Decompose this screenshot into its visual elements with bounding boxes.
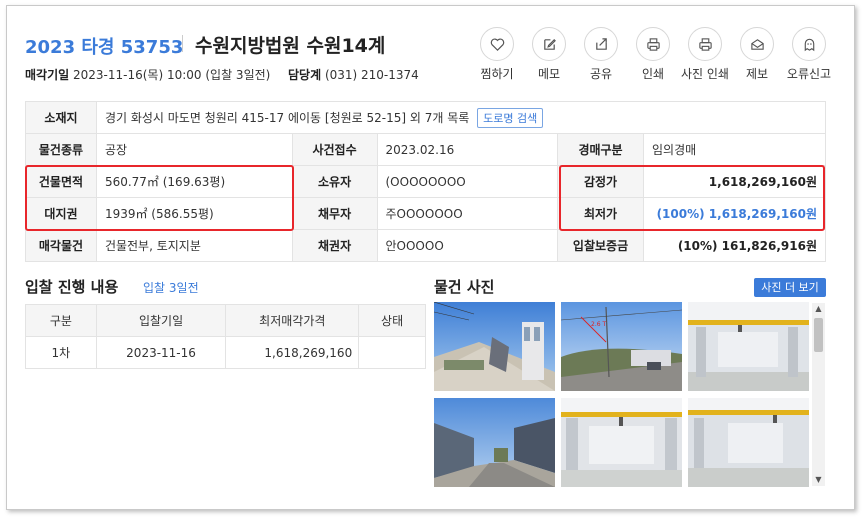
officer-label: 담당계 xyxy=(287,68,322,82)
table-row: 물건종류 공장 사건접수 2023.02.16 경매구분 임의경매 xyxy=(25,133,827,166)
case-number: 2023 타경 53753 xyxy=(25,37,184,58)
table-row: 소재지 경기 화성시 마도면 청원리 415-17 에이동 [청원로 52-15… xyxy=(25,101,827,134)
auction-kind-label: 경매구분 xyxy=(557,133,644,166)
bid-progress-table: 구분 입찰기일 최저매각가격 상태 1차 2023-11-16 1,618,26… xyxy=(25,304,426,369)
debtor-value: 주OOOOOOO xyxy=(376,197,559,230)
status-cell xyxy=(358,336,426,369)
deposit-label: 입찰보증금 xyxy=(557,229,644,262)
report-button[interactable]: 제보 xyxy=(729,27,785,82)
sale-item-label: 매각물건 xyxy=(25,229,97,262)
creditor-value: 안OOOOO xyxy=(376,229,559,262)
photo-overlay-label: 2.6 T xyxy=(591,321,606,328)
court-name: 수원지방법원 수원14계 xyxy=(195,35,386,57)
sale-info-line: 매각기일 2023-11-16(목) 10:00 (입찰 3일전) 담당계 (0… xyxy=(25,66,419,83)
scroll-thumb[interactable] xyxy=(814,318,823,352)
road-search-button[interactable]: 도로명 검색 xyxy=(477,107,544,128)
property-photo[interactable] xyxy=(434,398,555,487)
favorite-button[interactable]: 찜하기 xyxy=(469,27,525,82)
col-date: 입찰기일 xyxy=(95,304,227,337)
location-label: 소재지 xyxy=(25,101,97,134)
table-row: 1차 2023-11-16 1,618,269,160 xyxy=(25,336,426,369)
print-icon xyxy=(646,37,660,51)
property-photo[interactable]: 2.6 T xyxy=(561,302,682,391)
date-cell: 2023-11-16 xyxy=(95,336,227,369)
debtor-label: 채무자 xyxy=(291,197,378,230)
received-label: 사건접수 xyxy=(291,133,378,166)
ghost-icon xyxy=(804,38,814,51)
heart-icon xyxy=(490,37,504,51)
col-round: 구분 xyxy=(25,304,97,337)
photo-scrollbar[interactable]: ▲ ▼ xyxy=(812,303,825,486)
memo-icon xyxy=(543,38,556,50)
col-status: 상태 xyxy=(358,304,426,337)
scroll-up-arrow-icon[interactable]: ▲ xyxy=(812,303,825,315)
type-label: 물건종류 xyxy=(25,133,97,166)
print-button[interactable]: 인쇄 xyxy=(625,27,681,82)
scroll-down-arrow-icon[interactable]: ▼ xyxy=(812,474,825,486)
sale-date: 2023-11-16(목) 10:00 (입찰 3일전) xyxy=(73,68,271,82)
received-value: 2023.02.16 xyxy=(376,133,559,166)
owner-label: 소유자 xyxy=(291,165,378,198)
error-report-button[interactable]: 오류신고 xyxy=(781,27,837,82)
property-photo[interactable] xyxy=(561,398,682,487)
officer-phone: (031) 210-1374 xyxy=(324,68,419,82)
location-value: 경기 화성시 마도면 청원리 415-17 에이동 [청원로 52-15] 외 … xyxy=(104,110,470,125)
title-divider xyxy=(182,35,183,52)
share-button[interactable]: 공유 xyxy=(573,27,629,82)
sale-date-label: 매각기일 xyxy=(25,68,70,82)
table-row: 매각물건 건물전부, 토지지분 채권자 안OOOOO 입찰보증금 (10%) 1… xyxy=(25,229,827,262)
property-photo[interactable] xyxy=(688,398,809,487)
auction-kind-value: 임의경매 xyxy=(642,133,827,166)
memo-button[interactable]: 메모 xyxy=(521,27,577,82)
print-photo-icon xyxy=(698,37,712,51)
print-photo-button[interactable]: 사진 인쇄 xyxy=(677,27,733,82)
location-cell: 경기 화성시 마도면 청원리 415-17 에이동 [청원로 52-15] 외 … xyxy=(95,101,827,134)
col-min-price: 최저매각가격 xyxy=(225,304,360,337)
more-photos-button[interactable]: 사진 더 보기 xyxy=(754,278,826,297)
area-highlight-box xyxy=(25,165,294,231)
mail-icon xyxy=(750,38,764,50)
creditor-label: 채권자 xyxy=(291,229,378,262)
type-value: 공장 xyxy=(95,133,293,166)
table-header-row: 구분 입찰기일 최저매각가격 상태 xyxy=(25,304,426,337)
property-photo[interactable] xyxy=(688,302,809,391)
deposit-value: (10%) 161,826,916원 xyxy=(642,229,827,262)
round-cell: 1차 xyxy=(25,336,97,369)
price-highlight-box xyxy=(559,165,825,231)
price-cell: 1,618,269,160 xyxy=(225,336,360,369)
bid-progress-badge: 입찰 3일전 xyxy=(143,281,199,295)
sale-item-value: 건물전부, 토지지분 xyxy=(95,229,293,262)
owner-value: (OOOOOOOO xyxy=(376,165,559,198)
bid-progress-title: 입찰 진행 내용 xyxy=(25,278,119,296)
photos-title: 물건 사진 xyxy=(434,278,495,296)
share-icon xyxy=(595,37,607,50)
property-photo[interactable] xyxy=(434,302,555,391)
